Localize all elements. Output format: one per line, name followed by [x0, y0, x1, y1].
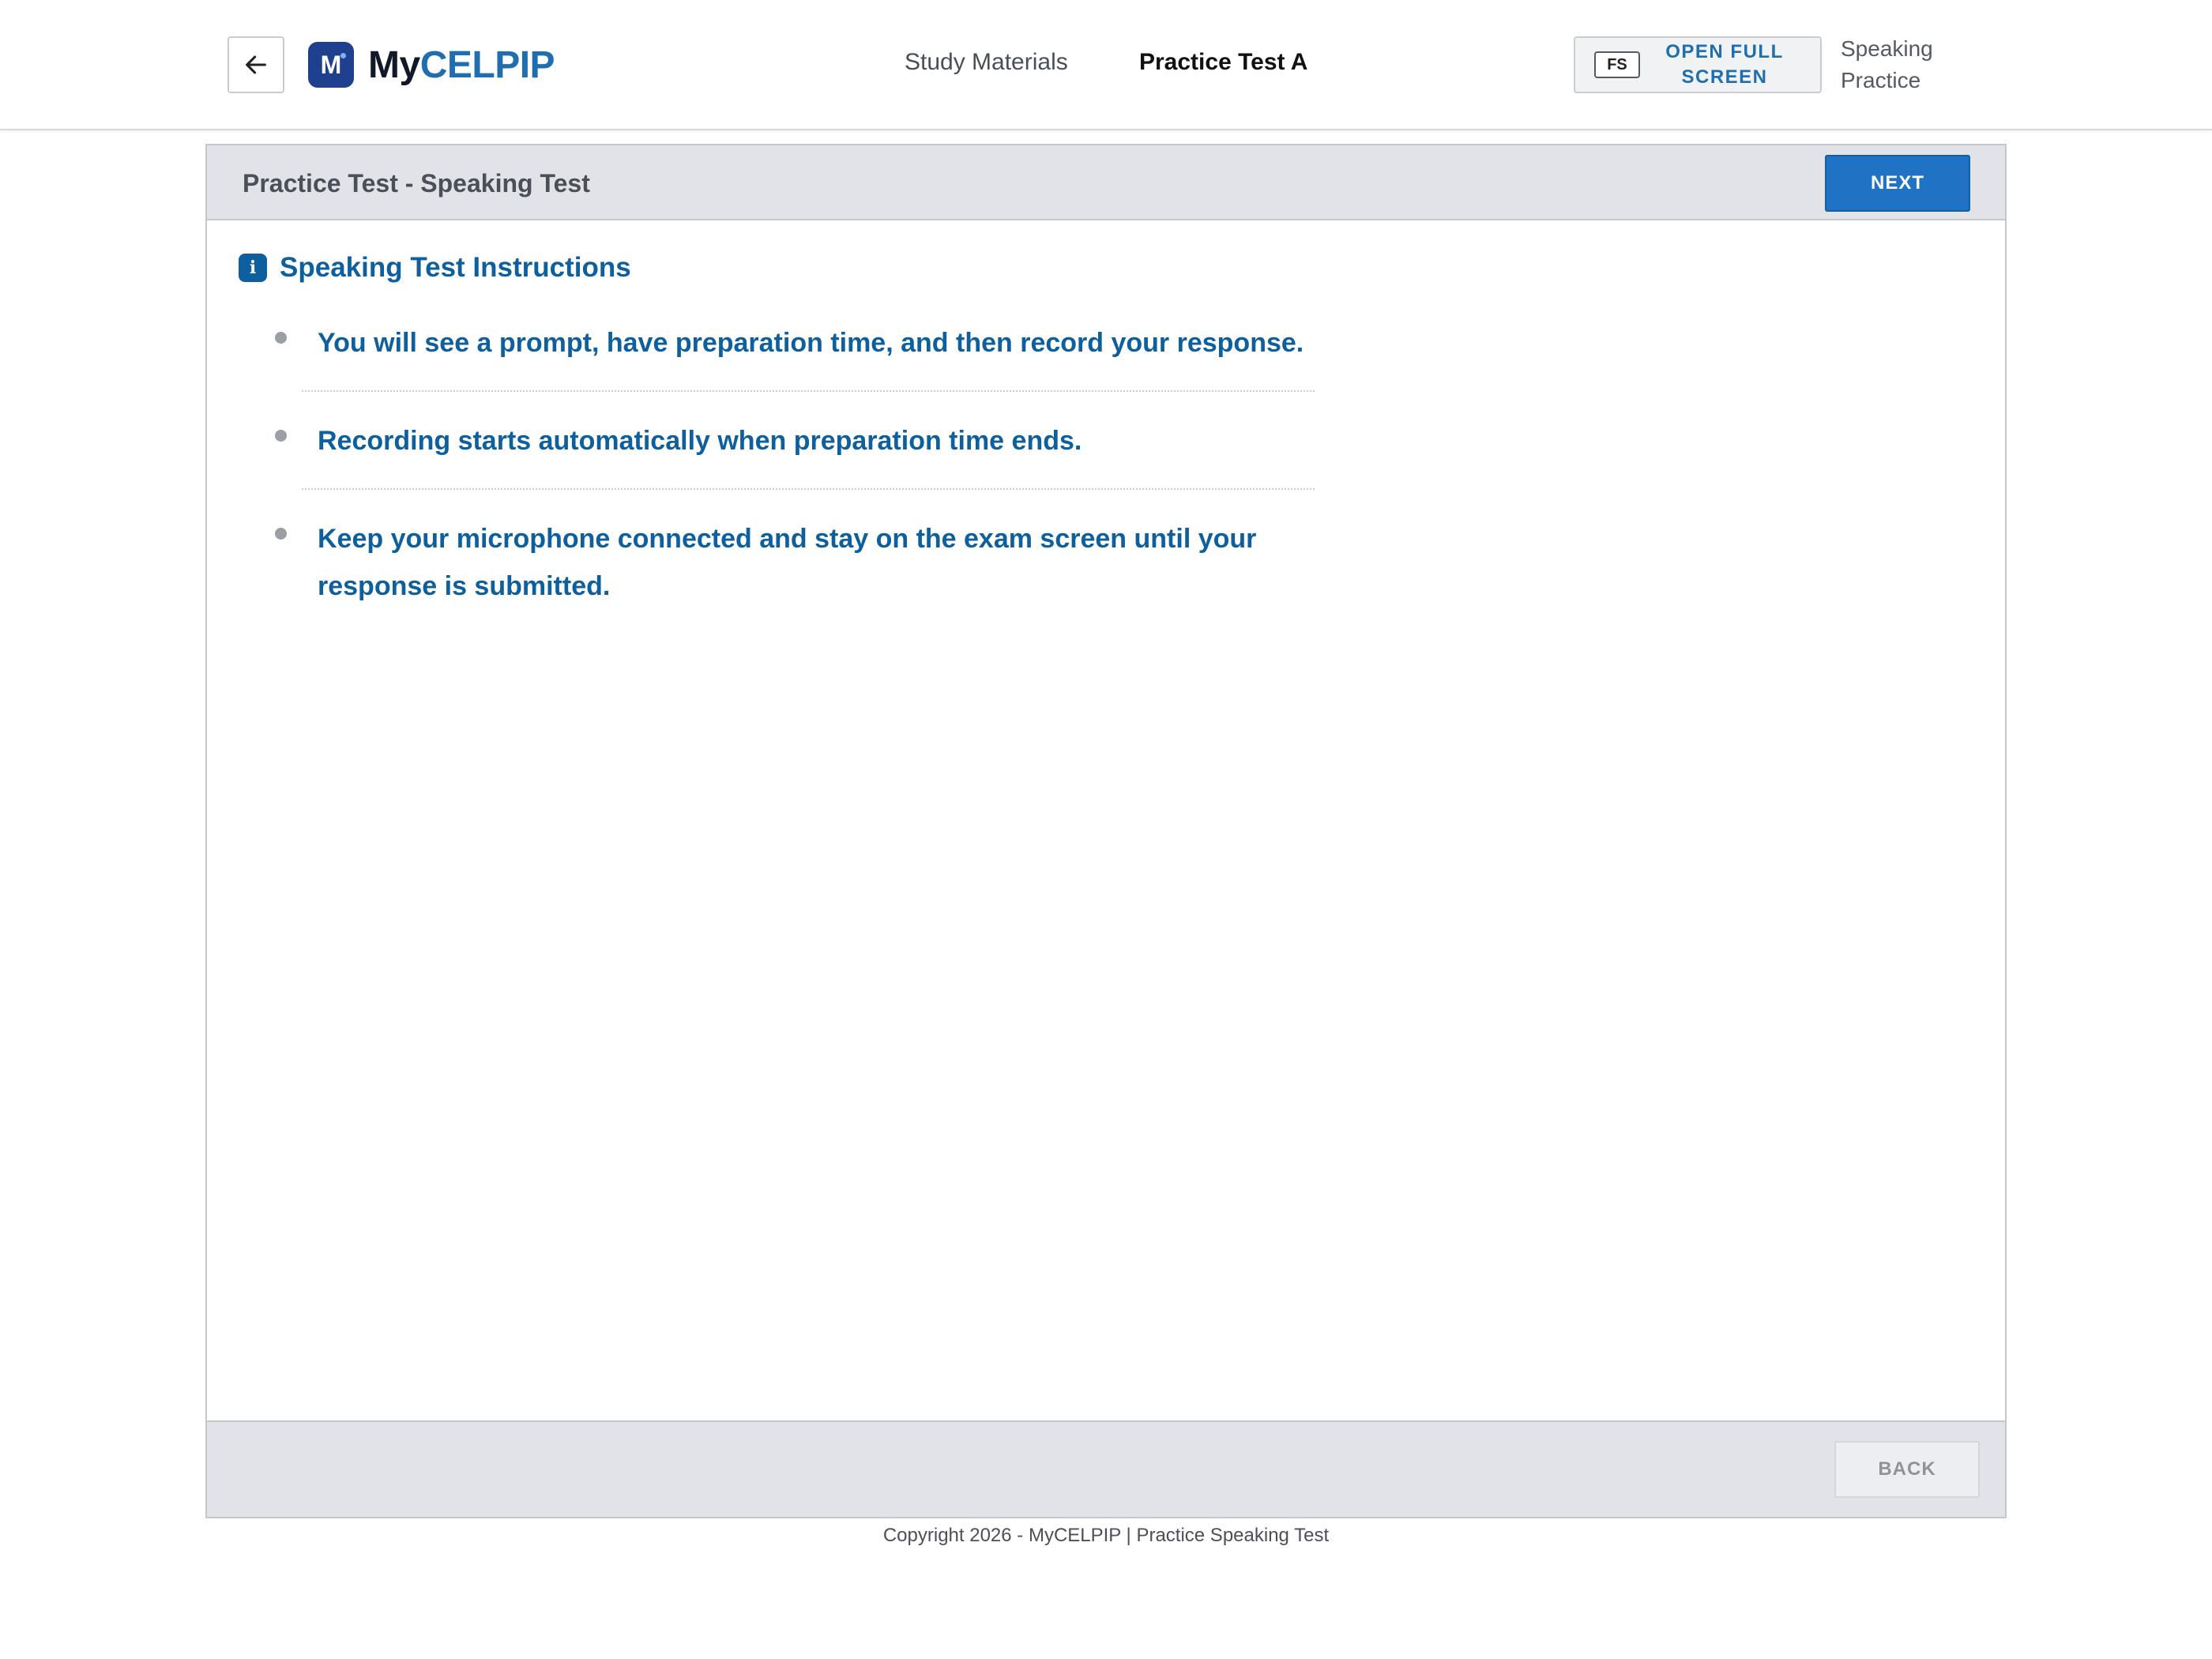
copyright-text: Copyright 2026 - MyCELPIP | Practice Spe… — [882, 1525, 1330, 1546]
bullet-icon — [275, 528, 287, 540]
back-button[interactable]: BACK — [1834, 1441, 1980, 1498]
logo-mark-icon: M — [308, 42, 354, 88]
test-panel: Practice Test - Speaking Test NEXT i Spe… — [205, 144, 2007, 1518]
list-item: You will see a prompt, have preparation … — [275, 319, 1315, 392]
panel-header: Practice Test - Speaking Test NEXT — [207, 145, 2005, 220]
arrow-left-icon — [246, 55, 266, 74]
top-navigation-bar: M MyCELPIP Study Materials Practice Test… — [0, 0, 2212, 130]
bullet-icon — [275, 332, 287, 344]
instruction-text: Keep your microphone connected and stay … — [318, 524, 1257, 601]
instruction-text: Recording starts automatically when prep… — [318, 426, 1082, 456]
mode-label: Speaking Practice — [1841, 36, 1933, 92]
bullet-icon — [275, 430, 287, 442]
nav-practice-test-a[interactable]: Practice Test A — [1139, 49, 1307, 76]
back-arrow-button[interactable] — [228, 36, 284, 93]
fullscreen-key-icon: FS — [1594, 51, 1640, 78]
instructions-title: Speaking Test Instructions — [280, 252, 631, 283]
instructions-list: You will see a prompt, have preparation … — [275, 319, 1315, 659]
list-item: Recording starts automatically when prep… — [275, 417, 1315, 490]
open-full-screen-button[interactable]: FS OPEN FULL SCREEN — [1574, 36, 1822, 93]
instructions-heading: i Speaking Test Instructions — [239, 252, 631, 284]
page-title: Practice Test - Speaking Test — [243, 169, 590, 198]
mycelpip-logo[interactable]: M MyCELPIP — [308, 41, 555, 88]
panel-footer: BACK — [207, 1420, 2005, 1517]
next-button[interactable]: NEXT — [1825, 155, 1970, 212]
instruction-text: You will see a prompt, have preparation … — [318, 328, 1304, 358]
nav-study-materials[interactable]: Study Materials — [905, 49, 1068, 76]
logo-text: MyCELPIP — [368, 43, 555, 86]
info-icon: i — [239, 254, 267, 282]
open-full-screen-label: OPEN FULL SCREEN — [1665, 41, 1784, 88]
list-item: Keep your microphone connected and stay … — [275, 515, 1315, 634]
